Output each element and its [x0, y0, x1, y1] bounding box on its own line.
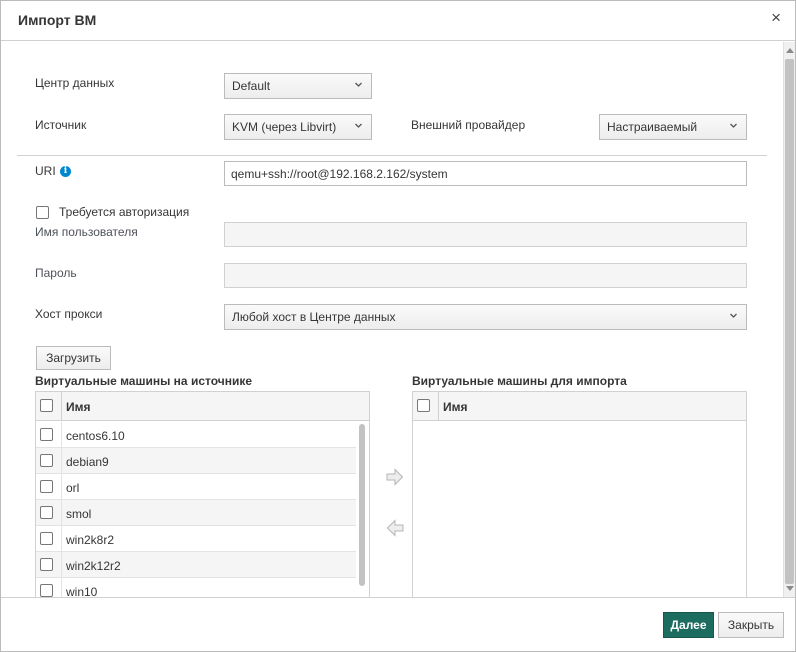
row-checkbox[interactable]: [40, 480, 53, 493]
uri-label: URI: [35, 164, 56, 178]
table-row[interactable]: centos6.10: [36, 422, 356, 448]
row-check-cell: [36, 526, 62, 552]
chevron-down-icon: [729, 311, 738, 320]
proxy-host-select-value: Любой хост в Центре данных: [232, 310, 396, 324]
uri-input[interactable]: qemu+ssh://root@192.168.2.162/system: [224, 161, 747, 186]
source-vms-select-all-cell: [36, 392, 62, 421]
dialog-scroll-thumb[interactable]: [785, 59, 794, 584]
close-button[interactable]: Закрыть: [718, 612, 784, 638]
row-checkbox[interactable]: [40, 454, 53, 467]
table-row[interactable]: debian9: [36, 448, 356, 474]
import-vms-column-name[interactable]: Имя: [443, 400, 468, 414]
source-vms-scroll-thumb[interactable]: [359, 424, 365, 586]
import-vms-select-all-checkbox[interactable]: [417, 399, 430, 412]
scroll-down-icon[interactable]: [786, 586, 794, 591]
dialog-title: Импорт ВМ: [18, 12, 97, 28]
row-checkbox[interactable]: [40, 558, 53, 571]
row-checkbox[interactable]: [40, 428, 53, 441]
password-input[interactable]: [224, 263, 747, 288]
import-vms-header: Имя: [413, 392, 746, 421]
table-row[interactable]: win10: [36, 578, 356, 597]
row-checkbox[interactable]: [40, 584, 53, 597]
auth-required-label: Требуется авторизация: [59, 205, 190, 219]
source-label: Источник: [35, 118, 87, 132]
close-icon[interactable]: ×: [771, 9, 781, 27]
vm-name: win2k12r2: [66, 559, 121, 573]
table-row[interactable]: win2k12r2: [36, 552, 356, 578]
datacenter-label: Центр данных: [35, 76, 115, 90]
vm-name: centos6.10: [66, 429, 125, 443]
chevron-down-icon: [354, 80, 363, 89]
row-check-cell: [36, 422, 62, 448]
vm-name: win2k8r2: [66, 533, 115, 547]
source-select-value: KVM (через Libvirt): [232, 120, 337, 134]
arrow-right-icon[interactable]: [386, 468, 404, 489]
arrow-left-icon[interactable]: [386, 519, 404, 540]
vm-name: win10: [66, 585, 98, 597]
load-button[interactable]: Загрузить: [36, 346, 111, 370]
source-vms-header: Имя: [36, 392, 369, 421]
datacenter-select-value: Default: [232, 79, 271, 93]
source-vms-select-all-checkbox[interactable]: [40, 399, 53, 412]
source-vms-column-name[interactable]: Имя: [66, 400, 91, 414]
row-check-cell: [36, 500, 62, 526]
import-vms-select-all-cell: [413, 392, 439, 421]
password-label: Пароль: [35, 266, 77, 280]
vm-name: orl: [66, 481, 80, 495]
row-check-cell: [36, 448, 62, 474]
section-divider: [17, 155, 767, 156]
row-check-cell: [36, 552, 62, 578]
proxy-host-select[interactable]: Любой хост в Центре данных: [224, 304, 747, 330]
chevron-down-icon: [354, 121, 363, 130]
import-vm-dialog: Импорт ВМ × Центр данных Default Источни…: [0, 0, 796, 652]
info-icon[interactable]: i: [60, 166, 71, 177]
import-vms-table: Имя: [412, 391, 747, 597]
dialog-header: Импорт ВМ ×: [1, 1, 795, 41]
auth-required-checkbox[interactable]: [36, 206, 49, 219]
datacenter-select[interactable]: Default: [224, 73, 372, 99]
source-vms-table: Имя centos6.10 debian9 orl smol win2k8r2 win2…: [35, 391, 370, 597]
row-checkbox[interactable]: [40, 506, 53, 519]
dialog-footer: Далее Закрыть: [1, 597, 795, 651]
next-button[interactable]: Далее: [663, 612, 714, 638]
proxy-host-label: Хост прокси: [35, 307, 103, 321]
source-vms-title: Виртуальные машины на источнике: [35, 374, 253, 388]
external-provider-select-value: Настраиваемый: [607, 120, 698, 134]
scroll-up-icon[interactable]: [786, 48, 794, 53]
vm-name: smol: [66, 507, 92, 521]
vm-name: debian9: [66, 455, 109, 469]
dialog-body: Центр данных Default Источник KVM (через…: [1, 42, 783, 597]
import-vms-title: Виртуальные машины для импорта: [412, 374, 627, 388]
row-checkbox[interactable]: [40, 532, 53, 545]
external-provider-select[interactable]: Настраиваемый: [599, 114, 747, 140]
source-select[interactable]: KVM (через Libvirt): [224, 114, 372, 140]
username-input[interactable]: [224, 222, 747, 247]
row-check-cell: [36, 474, 62, 500]
dialog-scrollbar[interactable]: [783, 42, 795, 597]
chevron-down-icon: [729, 121, 738, 130]
row-check-cell: [36, 578, 62, 597]
username-label: Имя пользователя: [35, 225, 138, 239]
external-provider-label: Внешний провайдер: [411, 118, 526, 132]
table-row[interactable]: orl: [36, 474, 356, 500]
table-row[interactable]: win2k8r2: [36, 526, 356, 552]
table-row[interactable]: smol: [36, 500, 356, 526]
source-vms-scrollbar[interactable]: [356, 422, 368, 597]
